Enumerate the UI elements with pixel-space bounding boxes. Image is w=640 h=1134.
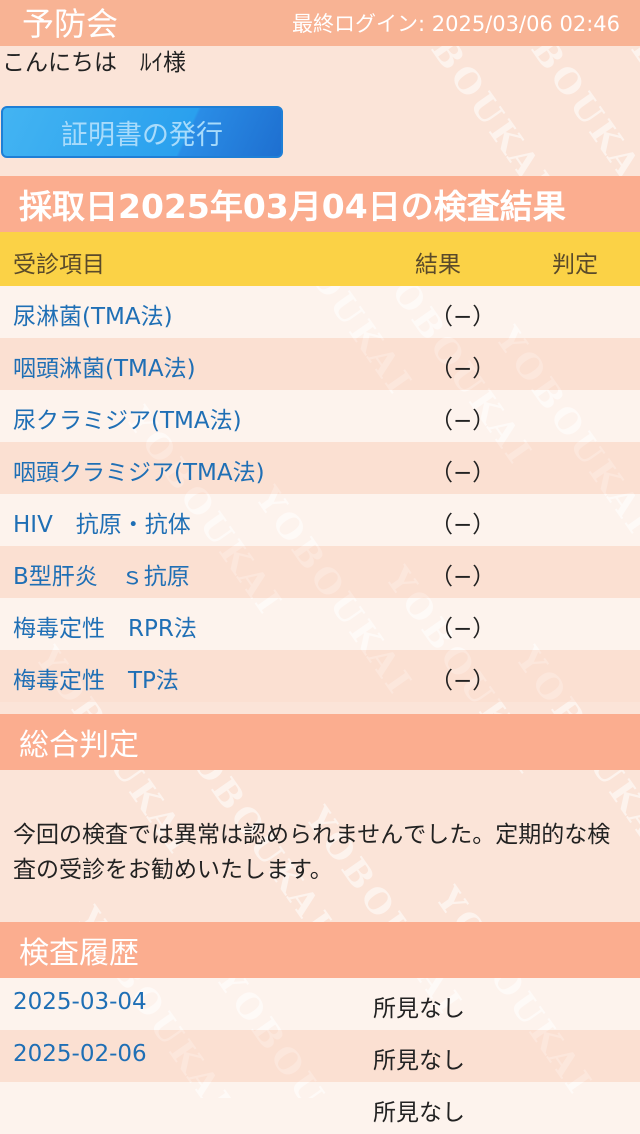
page-content: 予防会 最終ログイン: 2025/03/06 02:46 こんにちは ﾙｲ様 <box>0 0 640 82</box>
history-finding: 所見なし <box>373 1100 465 1126</box>
history-row: 2025-03-04 所見なし <box>0 978 640 1030</box>
header-bar: 予防会 最終ログイン: 2025/03/06 02:46 <box>0 0 640 46</box>
test-result: （−） <box>430 616 496 642</box>
column-header-result: 結果 <box>415 252 461 278</box>
test-result: （−） <box>430 668 496 694</box>
test-result: （−） <box>430 356 496 382</box>
test-result: （−） <box>430 460 496 486</box>
history-date-link[interactable]: 2025-03-04 <box>13 989 147 1015</box>
last-login-text: 最終ログイン: 2025/03/06 02:46 <box>292 12 620 36</box>
test-result: （−） <box>430 304 496 330</box>
test-result: （−） <box>430 512 496 538</box>
results-section-title: 採取日2025年03月04日の検査結果 <box>0 176 640 232</box>
overall-judgement-title: 総合判定 <box>0 714 640 770</box>
test-item-name[interactable]: 尿クラミジア(TMA法) <box>13 401 242 435</box>
test-result: （−） <box>430 408 496 434</box>
history-date-link[interactable]: 2025-02-06 <box>13 1041 147 1067</box>
table-row: 咽頭クラミジア(TMA法) （−） <box>0 442 640 494</box>
history-finding: 所見なし <box>373 1048 465 1074</box>
test-item-name[interactable]: HIV 抗原・抗体 <box>13 505 191 539</box>
table-row: 尿クラミジア(TMA法) （−） <box>0 390 640 442</box>
table-row: 梅毒定性 RPR法 （−） <box>0 598 640 650</box>
table-row: B型肝炎 ｓ抗原 （−） <box>0 546 640 598</box>
site-logo[interactable]: 予防会 <box>22 4 118 44</box>
test-item-name[interactable]: 梅毒定性 RPR法 <box>13 609 197 643</box>
issue-certificate-button[interactable]: 証明書の発行 <box>1 106 283 158</box>
overall-judgement-text: 今回の検査では異常は認められませんでした。定期的な検査の受診をお勧めいたします。 <box>13 822 611 883</box>
history-row: 所見なし <box>0 1082 640 1134</box>
table-row: 梅毒定性 TP法 （−） <box>0 650 640 702</box>
test-item-name[interactable]: B型肝炎 ｓ抗原 <box>13 557 190 591</box>
table-row: 尿淋菌(TMA法) （−） <box>0 286 640 338</box>
column-header-judgement: 判定 <box>552 252 598 278</box>
test-result: （−） <box>430 564 496 590</box>
history-row: 2025-02-06 所見なし <box>0 1030 640 1082</box>
column-header-item: 受診項目 <box>13 252 105 278</box>
test-item-name[interactable]: 梅毒定性 TP法 <box>13 661 179 695</box>
results-table-header: 受診項目 結果 判定 <box>0 232 640 286</box>
test-item-name[interactable]: 咽頭淋菌(TMA法) <box>13 349 196 383</box>
history-finding: 所見なし <box>373 996 465 1022</box>
test-item-name[interactable]: 尿淋菌(TMA法) <box>13 297 173 331</box>
greeting-text: こんにちは ﾙｲ様 <box>2 50 186 76</box>
table-row: 咽頭淋菌(TMA法) （−） <box>0 338 640 390</box>
table-row: HIV 抗原・抗体 （−） <box>0 494 640 546</box>
exam-history-title: 検査履歴 <box>0 922 640 978</box>
test-item-name[interactable]: 咽頭クラミジア(TMA法) <box>13 453 265 487</box>
